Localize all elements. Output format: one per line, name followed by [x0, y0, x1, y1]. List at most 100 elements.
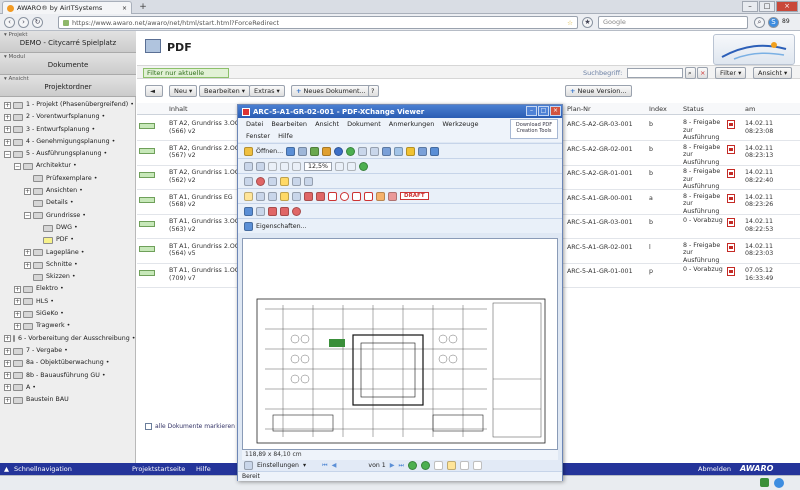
save-icon[interactable] — [286, 146, 296, 156]
expand-icon[interactable]: + — [4, 384, 11, 392]
text-select-icon[interactable] — [244, 176, 253, 186]
fit-width-icon[interactable] — [292, 161, 301, 171]
viewer-menu-item[interactable]: Hilfe — [278, 132, 293, 140]
document-status-icon[interactable] — [139, 196, 155, 203]
settings-icon[interactable] — [244, 461, 253, 470]
undo-icon[interactable] — [358, 146, 368, 156]
expand-icon[interactable]: + — [4, 359, 11, 367]
pencil-icon[interactable] — [376, 191, 385, 201]
open-folder-icon[interactable] — [244, 146, 253, 156]
highlight-icon[interactable] — [280, 176, 289, 186]
expand-icon[interactable]: + — [14, 286, 21, 294]
back-nav-icon[interactable] — [334, 146, 344, 156]
document-status-icon[interactable] — [139, 172, 155, 178]
pdf-file-icon[interactable] — [727, 144, 735, 154]
minimize-button[interactable]: – — [742, 1, 758, 12]
logout-link[interactable]: Abmelden — [698, 465, 731, 473]
properties-icon[interactable] — [244, 221, 253, 231]
tree-item[interactable]: − 5 - Ausführungsplanung • — [0, 148, 135, 160]
tree-item[interactable]: +3 - Entwurfsplanung • — [0, 124, 135, 136]
print-icon[interactable] — [298, 146, 308, 156]
tree-item[interactable]: PDF • — [0, 234, 135, 246]
mark-all-checkbox[interactable] — [145, 423, 152, 430]
help-button[interactable]: ? — [368, 85, 379, 97]
viewer-menu-item[interactable]: Werkzeuge — [442, 120, 478, 128]
expand-icon[interactable]: + — [24, 249, 31, 257]
star-icon[interactable]: ☆ — [567, 19, 573, 27]
comment-icon[interactable] — [244, 191, 253, 201]
expand-icon[interactable]: + — [24, 261, 31, 269]
email-icon[interactable] — [310, 146, 320, 156]
highlight-text-icon[interactable] — [280, 191, 289, 201]
tree-item[interactable]: DWG • — [0, 222, 135, 234]
column-index[interactable]: Index — [649, 105, 667, 113]
history-back-icon[interactable] — [408, 461, 418, 470]
redo-icon[interactable] — [370, 146, 380, 156]
tree-item[interactable]: + Schnitte • — [0, 259, 135, 271]
eraser-icon[interactable] — [388, 191, 397, 201]
scan-icon[interactable] — [322, 146, 332, 156]
stamp-icon[interactable] — [256, 176, 265, 186]
history-forward-icon[interactable] — [421, 461, 431, 470]
crop-icon[interactable] — [304, 176, 313, 186]
column-status[interactable]: Status — [683, 105, 704, 113]
pdf-file-icon[interactable] — [727, 120, 735, 129]
expand-icon[interactable]: + — [4, 335, 11, 343]
distance-icon[interactable] — [268, 206, 277, 216]
close-tab-icon[interactable]: × — [122, 5, 127, 12]
add-icon[interactable] — [359, 161, 369, 171]
facing-continuous-icon[interactable] — [473, 461, 483, 470]
maximize-button[interactable]: □ — [759, 1, 775, 12]
collapse-icon[interactable]: − — [14, 163, 21, 171]
edit-button[interactable]: Bearbeiten ▾ — [199, 85, 250, 97]
polygon-icon[interactable] — [352, 191, 361, 201]
search-input[interactable] — [627, 68, 683, 78]
bookmark-icon[interactable]: ★ — [582, 17, 593, 28]
forward-arrow-icon[interactable]: › — [18, 17, 29, 28]
expand-icon[interactable]: + — [4, 396, 11, 404]
sidebar-section[interactable]: ▾ Ansicht Projektordner — [0, 75, 136, 97]
expand-icon[interactable]: + — [4, 101, 11, 109]
open-button-label[interactable]: Öffnen... — [256, 148, 283, 155]
line-icon[interactable] — [304, 191, 313, 201]
download-tools-button[interactable]: Download PDF Creation Tools — [510, 119, 558, 139]
new-version-button[interactable]: + Neue Version... — [565, 85, 632, 97]
column-plan-no[interactable]: Plan-Nr — [567, 105, 591, 113]
viewer-close-button[interactable]: × — [550, 106, 561, 116]
help-link[interactable]: Hilfe — [196, 465, 211, 473]
tree-item[interactable]: Prüfexemplare • — [0, 173, 135, 185]
link-icon[interactable] — [244, 206, 253, 216]
cloud-icon[interactable] — [364, 191, 373, 201]
tree-item[interactable]: +7 - Vergabe • — [0, 345, 135, 357]
collapse-icon[interactable]: − — [4, 150, 11, 158]
mark-all-row[interactable]: alle Dokumente markieren — [145, 423, 235, 430]
expand-icon[interactable]: + — [24, 187, 31, 195]
column-date[interactable]: am — [745, 105, 755, 113]
magnifier-tool-icon[interactable] — [268, 176, 277, 186]
reload-icon[interactable]: ↻ — [32, 17, 43, 28]
tree-item[interactable]: + SiGeKo • — [0, 308, 135, 320]
viewer-menu-item[interactable]: Fenster — [246, 132, 270, 140]
pdf-page[interactable] — [242, 238, 558, 450]
skype-icon[interactable]: S — [768, 17, 779, 28]
viewer-minimize-button[interactable]: – — [526, 106, 537, 116]
viewer-menu-item[interactable]: Ansicht — [315, 120, 339, 128]
viewer-menu-item[interactable]: Bearbeiten — [271, 120, 307, 128]
tree-item[interactable]: +8b - Bauausführung GU • — [0, 370, 135, 382]
next-page-icon[interactable]: ▶ — [390, 462, 395, 469]
continuous-icon[interactable] — [347, 161, 357, 171]
tree-item[interactable]: +1 - Projekt (Phasenübergreifend) • — [0, 99, 135, 111]
tree-item[interactable]: − Architektur • — [0, 160, 135, 172]
search-icon[interactable]: ⌕ — [754, 17, 765, 28]
area-icon[interactable] — [292, 206, 301, 216]
facing-page-icon[interactable] — [460, 461, 470, 470]
perimeter-icon[interactable] — [280, 206, 289, 216]
document-status-icon[interactable] — [139, 147, 155, 154]
expand-icon[interactable]: + — [4, 126, 11, 134]
draft-stamp[interactable]: DRAFT — [400, 192, 429, 200]
first-page-icon[interactable]: ⏮ — [322, 462, 328, 470]
expand-icon[interactable]: + — [4, 138, 11, 146]
back-button[interactable]: ◄ — [145, 85, 163, 97]
pdf-file-icon[interactable] — [727, 218, 735, 227]
tree-item[interactable]: + Lagepläne • — [0, 247, 135, 259]
